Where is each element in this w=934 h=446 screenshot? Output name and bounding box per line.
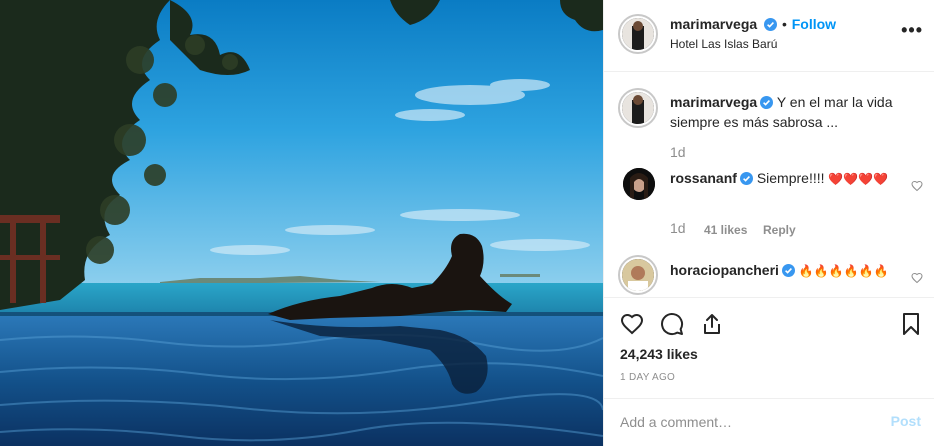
comment-bubble-icon[interactable] bbox=[660, 312, 684, 336]
avatar-image bbox=[622, 259, 654, 291]
pool-sunset-photo bbox=[0, 0, 603, 446]
caption-avatar[interactable] bbox=[618, 88, 658, 128]
separator-dot: • bbox=[781, 16, 787, 32]
caption-text-block: marimarvega Y en el mar la vida siempre … bbox=[670, 92, 910, 132]
comment-time[interactable]: 1d bbox=[670, 220, 686, 236]
verified-badge-icon bbox=[739, 172, 753, 185]
comment-username[interactable]: rossananf bbox=[670, 170, 737, 186]
bookmark-icon[interactable] bbox=[899, 312, 923, 336]
avatar-image bbox=[622, 92, 654, 124]
like-heart-icon[interactable] bbox=[620, 312, 644, 336]
add-comment-input[interactable] bbox=[620, 411, 870, 433]
reply-button[interactable]: Reply bbox=[763, 223, 796, 237]
comments-list: marimarvega Y en el mar la vida siempre … bbox=[604, 72, 934, 297]
comment-likes[interactable]: 41 likes bbox=[704, 223, 747, 237]
post-side-panel: marimarvega • Follow Hotel Las Islas Bar… bbox=[603, 0, 934, 446]
comment-text-block: rossananf Siempre!!!! ❤️❤️❤️❤️ bbox=[670, 168, 900, 189]
like-comment-heart-icon[interactable] bbox=[911, 180, 923, 192]
verified-badge-icon bbox=[764, 18, 778, 31]
more-options-icon[interactable]: ••• bbox=[901, 21, 923, 39]
likes-count[interactable]: 24,243 likes bbox=[620, 346, 698, 362]
author-avatar[interactable] bbox=[618, 14, 658, 54]
caption-time[interactable]: 1d bbox=[670, 144, 686, 160]
caption-username[interactable]: marimarvega bbox=[670, 94, 757, 110]
comment-fire-emojis: 🔥🔥🔥🔥🔥🔥 bbox=[798, 264, 889, 278]
author-username[interactable]: marimarvega bbox=[670, 16, 757, 32]
comment-username[interactable]: horaciopancheri bbox=[670, 262, 779, 278]
comment-text: Siempre!!!! bbox=[756, 170, 829, 186]
comment-hearts: ❤️❤️❤️❤️ bbox=[828, 172, 889, 186]
follow-button[interactable]: Follow bbox=[792, 16, 836, 32]
comment-text-block: horaciopancheri 🔥🔥🔥🔥🔥🔥 bbox=[670, 260, 910, 281]
verified-badge-icon bbox=[781, 264, 795, 277]
share-icon[interactable] bbox=[700, 312, 724, 336]
instagram-post: marimarvega • Follow Hotel Las Islas Bar… bbox=[0, 0, 934, 446]
like-comment-heart-icon[interactable] bbox=[911, 272, 923, 284]
commenter-avatar[interactable] bbox=[623, 168, 655, 200]
post-date[interactable]: 1 DAY AGO bbox=[620, 372, 675, 383]
post-photo[interactable] bbox=[0, 0, 603, 446]
add-comment-bar: Post bbox=[604, 398, 934, 446]
post-comment-button[interactable]: Post bbox=[891, 413, 921, 429]
comment-likes-count: 41 likes bbox=[704, 223, 748, 237]
post-actions: 24,243 likes 1 DAY AGO bbox=[604, 297, 934, 392]
commenter-avatar[interactable] bbox=[618, 255, 658, 295]
verified-badge-icon bbox=[760, 96, 774, 109]
location-link[interactable]: Hotel Las Islas Barú bbox=[670, 37, 777, 51]
avatar-image bbox=[622, 18, 654, 50]
post-header: marimarvega • Follow Hotel Las Islas Bar… bbox=[604, 0, 934, 72]
